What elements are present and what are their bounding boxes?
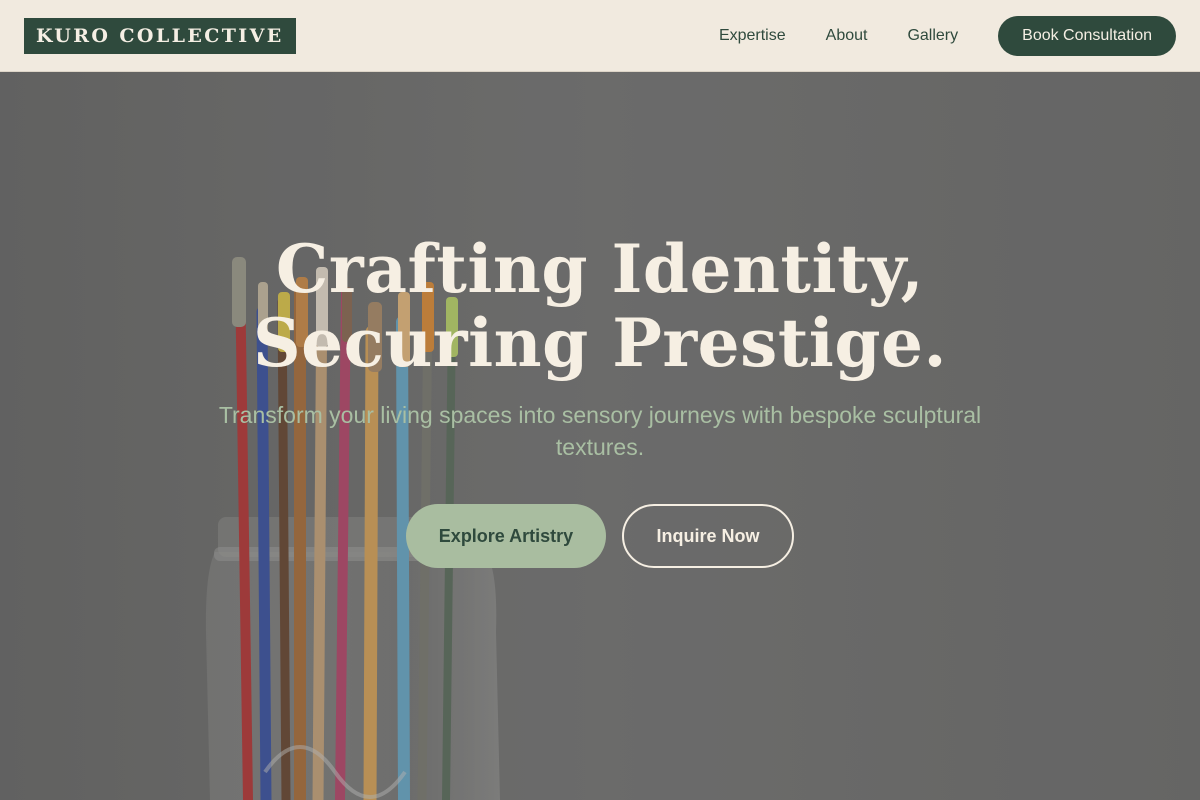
hero-content: Crafting Identity, Securing Prestige. Tr…: [0, 72, 1200, 800]
hero-subtitle-line-2: textures.: [555, 434, 645, 460]
hero-subtitle-line-1: Transform your living spaces into sensor…: [218, 402, 982, 428]
nav-link-gallery[interactable]: Gallery: [907, 27, 958, 45]
explore-artistry-button[interactable]: Explore Artistry: [406, 504, 606, 568]
brand-logo[interactable]: KURO COLLECTIVE: [24, 18, 296, 54]
book-consultation-button[interactable]: Book Consultation: [998, 16, 1176, 56]
nav-link-about[interactable]: About: [826, 27, 868, 45]
main-navigation: Expertise About Gallery Book Consultatio…: [719, 0, 1176, 72]
inquire-now-button[interactable]: Inquire Now: [622, 504, 794, 568]
hero-title-line-2: Securing Prestige.: [252, 304, 947, 382]
nav-link-expertise[interactable]: Expertise: [719, 27, 786, 45]
hero-title-line-1: Crafting Identity,: [275, 230, 925, 308]
hero-section: Crafting Identity, Securing Prestige. Tr…: [0, 72, 1200, 800]
site-header: KURO COLLECTIVE Expertise About Gallery …: [0, 0, 1200, 72]
